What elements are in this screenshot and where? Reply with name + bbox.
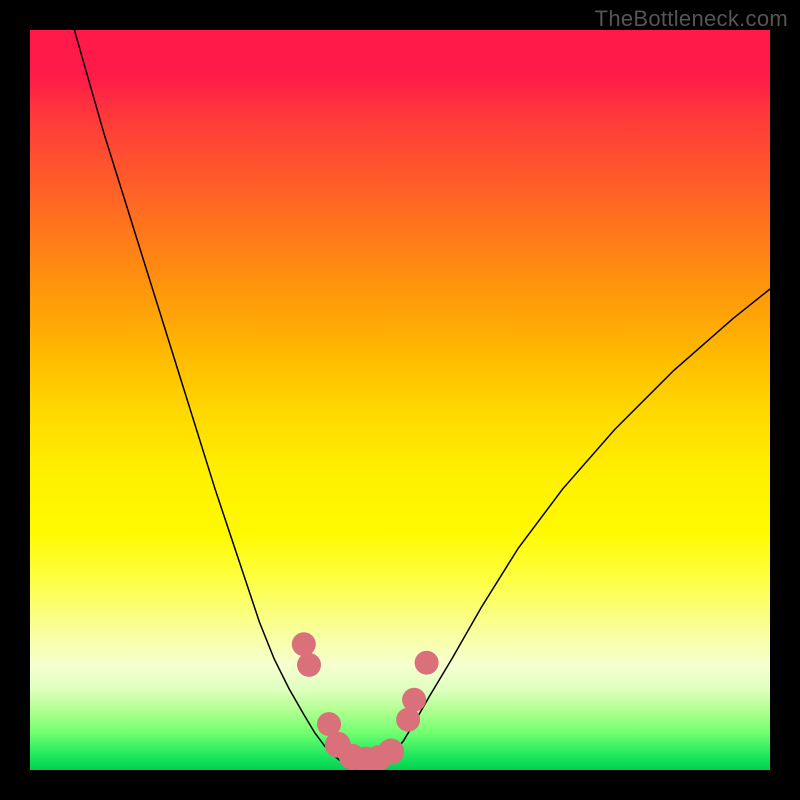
marker-point: [415, 651, 439, 675]
marker-point: [297, 653, 321, 677]
marker-point: [378, 739, 404, 765]
left-curve: [74, 30, 363, 769]
highlight-markers: [292, 632, 439, 770]
right-curve: [370, 289, 770, 769]
marker-point: [402, 688, 426, 712]
gradient-plot-area: [30, 30, 770, 770]
chart-svg: [30, 30, 770, 770]
watermark-text: TheBottleneck.com: [595, 6, 788, 32]
marker-point: [292, 632, 316, 656]
